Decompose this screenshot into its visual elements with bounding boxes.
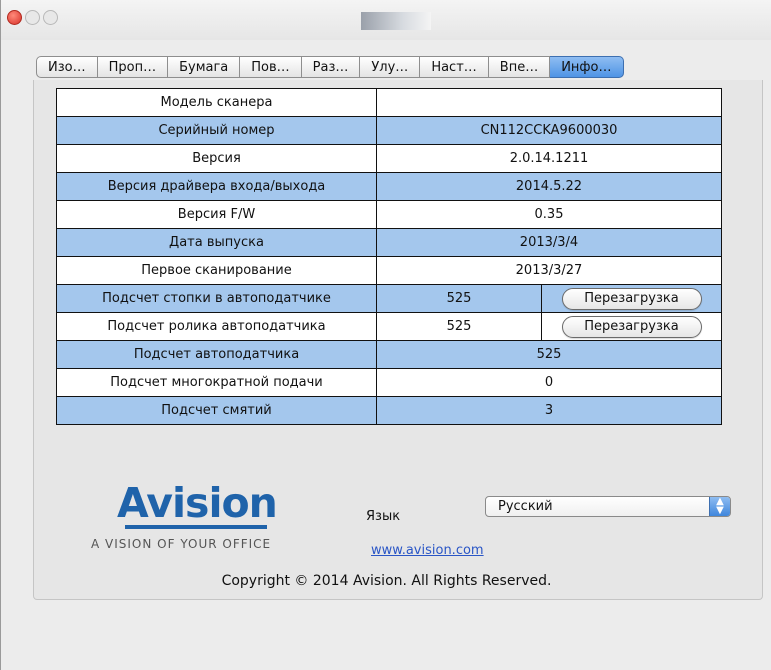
close-window-button[interactable] [7,10,22,25]
info-label: Дата выпуска [56,228,377,257]
info-label: Подсчет ролика автоподатчика [56,312,377,341]
io-driver-version-value: 2014.5.22 [376,172,722,201]
logo-slogan: A VISION OF YOUR OFFICE [91,537,272,551]
first-scan-value: 2013/3/27 [376,256,722,285]
table-row: Серийный номер CN112CCKA9600030 [56,116,722,145]
info-value [376,88,722,117]
table-row: Модель сканера [56,88,722,117]
language-select[interactable]: Русский ▲ ▼ [485,496,731,517]
logo-underline [125,525,267,529]
tab-paper[interactable]: Бумага [168,56,241,78]
reset-roller-count-button[interactable]: Перезагрузка [561,315,702,338]
table-row: Первое сканирование 2013/3/27 [56,256,722,285]
table-row: Версия 2.0.14.1211 [56,144,722,173]
table-row: Подсчет ролика автоподатчика 525 Перезаг… [56,312,722,341]
table-row: Подсчет смятий 3 [56,396,722,425]
table-row: Дата выпуска 2013/3/4 [56,228,722,257]
scanner-properties-window: Изо… Проп… Бумага Пов… Раз… Улу… Наст… В… [0,0,771,670]
minimize-window-button[interactable] [25,10,40,25]
website-link[interactable]: www.avision.com [371,543,484,558]
tab-settings[interactable]: Наст… [420,56,489,78]
adf-roller-count-value: 525 [376,312,542,341]
info-label: Серийный номер [56,116,377,145]
window-title-image [361,12,431,30]
table-row: Версия F/W 0.35 [56,200,722,229]
tab-enhancement[interactable]: Улу… [360,56,421,78]
logo-wordmark: Avision [117,479,278,527]
info-label: Версия [56,144,377,173]
serial-number-value: CN112CCKA9600030 [376,116,722,145]
tab-bar: Изо… Проп… Бумага Пов… Раз… Улу… Наст… В… [36,56,624,78]
info-label: Подсчет смятий [56,396,377,425]
version-value: 2.0.14.1211 [376,144,722,173]
tab-rotation[interactable]: Пов… [240,56,302,78]
zoom-window-button[interactable] [43,10,58,25]
info-label: Версия F/W [56,200,377,229]
table-row: Подсчет автоподатчика 525 [56,340,722,369]
tab-compression[interactable]: Проп… [97,56,169,78]
tab-image[interactable]: Изо… [36,56,98,78]
table-row: Подсчет стопки в автоподатчике 525 Перез… [56,284,722,313]
language-label: Язык [366,509,401,524]
scanner-info-table: Модель сканера Серийный номер CN112CCKA9… [56,88,722,425]
copyright-text: Copyright © 2014 Avision. All Rights Res… [221,573,552,589]
info-label: Модель сканера [56,88,377,117]
avision-logo: Avision A VISION OF YOUR OFFICE [91,479,339,559]
firmware-version-value: 0.35 [376,200,722,229]
language-value: Русский [498,499,553,514]
multifeed-count-value: 0 [376,368,722,397]
button-cell: Перезагрузка [541,284,722,313]
tab-imprinter[interactable]: Впе… [488,56,551,78]
chevron-updown-icon: ▲ ▼ [709,497,730,516]
info-label: Подсчет многократной подачи [56,368,377,397]
title-bar[interactable] [1,0,771,40]
release-date-value: 2013/3/4 [376,228,722,257]
info-label: Версия драйвера входа/выхода [56,172,377,201]
adf-count-value: 525 [376,340,722,369]
info-label: Первое сканирование [56,256,377,285]
tab-separation[interactable]: Раз… [301,56,361,78]
button-cell: Перезагрузка [541,312,722,341]
info-label: Подсчет стопки в автоподатчике [56,284,377,313]
info-label: Подсчет автоподатчика [56,340,377,369]
tab-information[interactable]: Инфо… [550,56,624,78]
adf-pad-count-value: 525 [376,284,542,313]
jam-count-value: 3 [376,396,722,425]
reset-pad-count-button[interactable]: Перезагрузка [561,287,702,310]
table-row: Подсчет многократной подачи 0 [56,368,722,397]
table-row: Версия драйвера входа/выхода 2014.5.22 [56,172,722,201]
